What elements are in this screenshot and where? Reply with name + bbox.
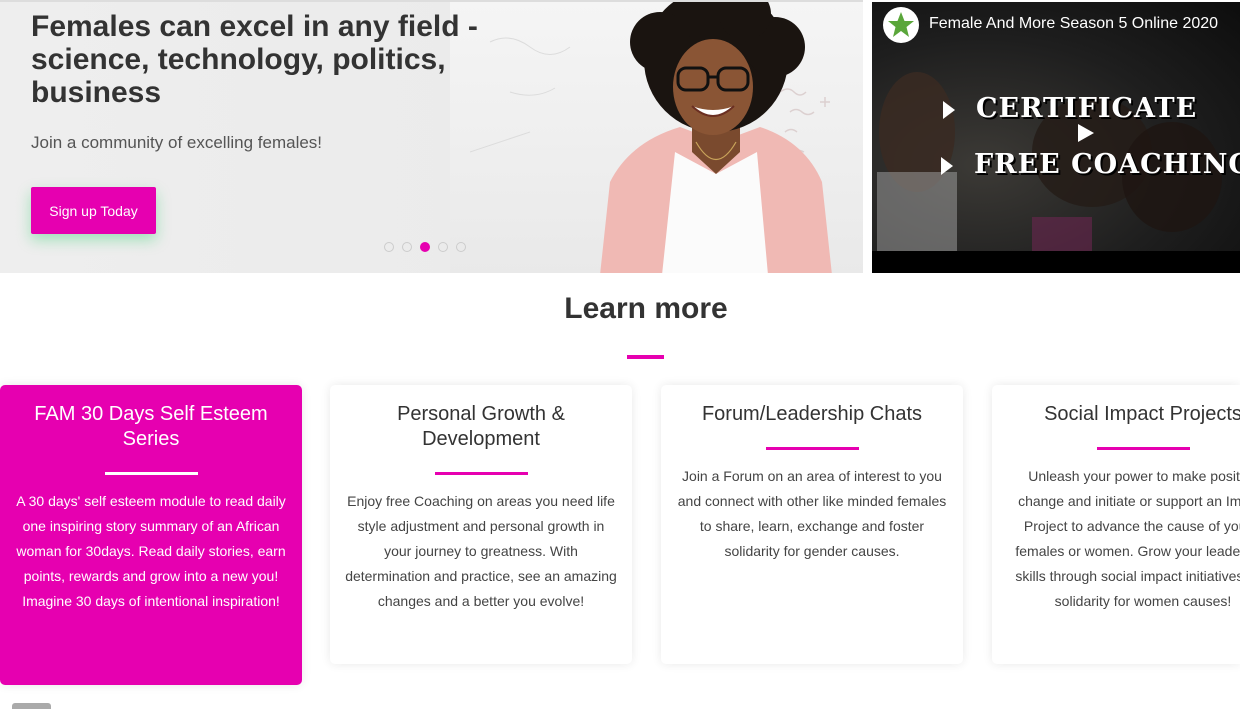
bullet-arrow-icon [943,101,955,119]
card-title: FAM 30 Days Self Esteem Series [34,403,268,450]
card-title: Personal Growth & Development [397,403,565,450]
carousel-dot-1[interactable] [384,242,394,252]
carousel-dot-3[interactable] [420,242,430,252]
card-text: Unleash your power to make positive chan… [1015,468,1240,609]
carousel-dot-2[interactable] [402,242,412,252]
video-people-silhouettes [877,72,1222,257]
video-overlay-free-coaching: FREE COACHING [974,149,1240,180]
video-title[interactable]: Female And More Season 5 Online 2020 [929,15,1218,33]
card-text: A 30 days' self esteem module to read da… [16,493,286,609]
hero-banner: Females can excel in any field - science… [0,0,863,273]
heading-underline [627,355,664,359]
card-personal-growth[interactable]: Personal Growth & Development Enjoy free… [330,385,632,664]
scroll-to-top-button[interactable] [12,703,51,709]
learn-more-heading: Learn more [564,292,728,325]
video-bottom-bar [872,251,1240,273]
card-title: Forum/Leadership Chats [701,403,923,425]
carousel-dot-4[interactable] [438,242,448,252]
hero-subtitle: Join a community of excelling females! [31,133,323,152]
card-self-esteem-series[interactable]: FAM 30 Days Self Esteem Series A 30 days… [0,385,302,685]
hero-woman-photo [600,2,832,273]
card-divider [1096,447,1190,450]
channel-logo[interactable] [883,7,919,43]
hero-title: Females can excel in any field - science… [31,10,478,109]
card-social-impact[interactable]: Social Impact Projects Unleash your powe… [992,385,1240,664]
play-icon[interactable] [1078,124,1094,142]
card-title: Social Impact Projects [1044,403,1240,425]
card-social-impact-content: Social Impact Projects Unleash your powe… [992,385,1240,664]
card-text: Enjoy free Coaching on areas you need li… [345,493,617,609]
card-text: Join a Forum on an area of interest to y… [677,468,947,559]
video-player[interactable]: Female And More Season 5 Online 2020 CER… [872,2,1240,273]
card-divider [765,447,859,450]
card-divider [434,472,528,475]
bullet-arrow-icon [941,157,953,175]
card-divider [104,472,198,475]
card-forum-leadership[interactable]: Forum/Leadership Chats Join a Forum on a… [661,385,963,664]
star-logo-icon [888,12,914,37]
carousel-dot-5[interactable] [456,242,466,252]
carousel-indicators [384,242,466,252]
sign-up-button[interactable]: Sign up Today [31,187,156,234]
video-overlay-certificate: CERTIFICATE [976,93,1198,124]
video-thumbnail [872,2,1240,273]
